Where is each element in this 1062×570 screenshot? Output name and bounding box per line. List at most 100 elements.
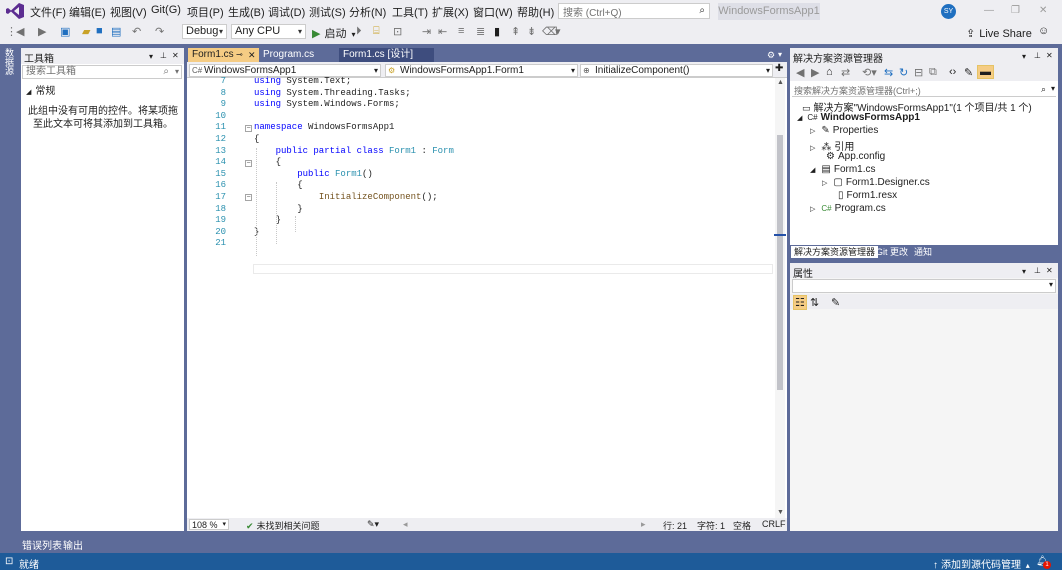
close-icon[interactable]: ✕ xyxy=(1046,266,1053,275)
settings-icon[interactable]: ⚙ xyxy=(767,50,775,61)
tab-error-list[interactable]: 错误列表 xyxy=(22,537,62,552)
step-over-icon[interactable]: ⇤ xyxy=(438,25,447,38)
minimize-icon[interactable]: — xyxy=(984,5,994,16)
live-share-button[interactable]: ⇪ Live Share xyxy=(966,27,1032,40)
tab-notifications[interactable]: 通知 xyxy=(911,246,935,258)
redo-icon[interactable]: ↷ xyxy=(155,25,164,38)
code-line[interactable]: using System.Text; xyxy=(254,76,351,86)
menu-item[interactable]: 工具(T) xyxy=(392,4,428,20)
view-code-icon[interactable]: ‹› xyxy=(949,66,956,78)
save-icon[interactable]: ■ xyxy=(96,25,103,37)
tab-solution-explorer[interactable]: 解决方案资源管理器 xyxy=(791,246,879,258)
code-line[interactable]: { xyxy=(254,180,302,190)
tab-git-changes[interactable]: Git 更改 xyxy=(873,246,911,258)
refresh-icon[interactable]: ↻ xyxy=(899,66,908,79)
menu-item[interactable]: 调试(D) xyxy=(268,4,305,20)
undo-icon[interactable]: ↶ xyxy=(132,25,141,38)
dropdown-icon[interactable]: ▾ xyxy=(149,52,153,61)
dropdown-icon[interactable]: ▾ xyxy=(1022,52,1026,61)
new-item-icon[interactable]: ▣ xyxy=(60,25,70,38)
solution-search-input[interactable]: 搜索解决方案资源管理器(Ctrl+;) ⌕ ▾ xyxy=(792,84,1056,97)
data-sources-tab[interactable]: 数据源 xyxy=(4,48,16,75)
code-line[interactable]: public Form1() xyxy=(254,169,373,179)
zoom-select[interactable]: 108 % ▾ xyxy=(189,519,229,530)
back-icon[interactable]: ◀ xyxy=(796,66,804,79)
line-ending-indicator[interactable]: CRLF xyxy=(762,519,786,529)
code-line[interactable]: using System.Threading.Tasks; xyxy=(254,88,411,98)
pending-changes-icon[interactable]: ⟲▾ xyxy=(862,66,877,79)
next-bookmark-icon[interactable]: ⇟ xyxy=(527,25,536,38)
add-to-source-control-button[interactable]: ↑ 添加到源代码管理 ▴ xyxy=(933,556,1030,570)
comment-icon[interactable]: ≡ xyxy=(458,25,464,37)
properties-object-select[interactable]: ▾ xyxy=(792,279,1056,293)
menu-item[interactable]: 分析(N) xyxy=(349,4,386,20)
switch-views-icon[interactable]: ⇄ xyxy=(841,66,850,79)
fold-toggle-icon[interactable]: − xyxy=(245,160,252,167)
code-line[interactable]: using System.Windows.Forms; xyxy=(254,99,400,109)
uncomment-icon[interactable]: ≣ xyxy=(476,25,485,38)
code-line[interactable]: { xyxy=(254,157,281,167)
close-icon[interactable]: ✕ xyxy=(1039,5,1047,16)
split-icon[interactable]: ✚ xyxy=(775,63,783,74)
brush-icon[interactable]: ✎▾ xyxy=(367,519,379,530)
code-line[interactable]: { xyxy=(254,134,259,144)
code-line[interactable]: InitializeComponent(); xyxy=(254,192,438,202)
prev-bookmark-icon[interactable]: ⇞ xyxy=(511,25,520,38)
pin-icon[interactable]: ⊥ xyxy=(1034,266,1041,275)
pin-icon[interactable]: ⊥ xyxy=(1034,51,1041,60)
tab-program-cs[interactable]: Program.cs xyxy=(259,48,339,62)
bookmark-icon[interactable]: ▮ xyxy=(494,25,500,38)
close-icon[interactable]: ✕ xyxy=(248,48,256,62)
back-icon[interactable]: ◀ xyxy=(16,25,24,38)
browse-icon[interactable]: ⌸ xyxy=(373,25,380,38)
configuration-select[interactable]: Debug ▾ xyxy=(182,24,227,39)
scrollbar-thumb[interactable] xyxy=(777,135,783,390)
step-icon[interactable]: ⇥ xyxy=(422,25,431,38)
property-pages-icon[interactable]: ✎ xyxy=(831,296,840,309)
toolbar-overflow-icon[interactable]: ▾ xyxy=(555,25,561,38)
issues-indicator[interactable]: ✔ 未找到相关问题 xyxy=(246,519,320,532)
whitespace-indicator[interactable]: 空格 xyxy=(733,519,751,532)
sync-icon[interactable]: ⇆ xyxy=(884,66,893,79)
menu-item[interactable]: 视图(V) xyxy=(110,4,147,20)
menu-item[interactable]: 生成(B) xyxy=(228,4,265,20)
tree-item-project[interactable]: ◢ C# WindowsFormsApp1 xyxy=(797,112,920,123)
scroll-up-icon[interactable]: ▲ xyxy=(777,79,784,86)
close-icon[interactable]: ✕ xyxy=(1046,51,1053,60)
visual-studio-logo-icon[interactable] xyxy=(6,3,24,19)
code-line[interactable]: namespace WindowsFormsApp1 xyxy=(254,122,394,132)
menu-item[interactable]: 测试(S) xyxy=(309,4,346,20)
save-all-icon[interactable]: ▤ xyxy=(111,25,121,38)
dropdown-icon[interactable]: ▾ xyxy=(778,50,782,59)
code-editor[interactable] xyxy=(187,78,787,518)
categorized-icon[interactable]: ☷ xyxy=(793,295,807,310)
toolbox-search-input[interactable]: 搜索工具箱 ⌕ ▾ xyxy=(22,65,182,79)
search-input[interactable]: 搜索 (Ctrl+Q) ⌕ xyxy=(558,3,710,19)
toolbox-group-general[interactable]: ◢ 常规 xyxy=(26,82,55,97)
class-dropdown[interactable]: ⚙ WindowsFormsApp1.Form1 ▾ xyxy=(385,64,578,77)
home-icon[interactable]: ⌂ xyxy=(826,66,833,78)
menu-item[interactable]: Git(G) xyxy=(151,4,181,16)
notifications-button[interactable]: 🔔︎ 1 xyxy=(1036,556,1051,569)
dropdown-icon[interactable]: ▾ xyxy=(1022,267,1026,276)
tab-form1-cs[interactable]: Form1.cs ⊸ ✕ xyxy=(188,48,259,62)
column-indicator[interactable]: 字符: 1 xyxy=(697,519,725,532)
tree-item-form1-designer[interactable]: ▷ ▢ Form1.Designer.cs xyxy=(822,177,930,188)
user-avatar[interactable]: SY xyxy=(941,4,956,19)
platform-select[interactable]: Any CPU ▾ xyxy=(231,24,306,39)
fold-toggle-icon[interactable]: − xyxy=(245,194,252,201)
start-button[interactable]: ▶ 启动 ▾ xyxy=(312,25,356,41)
menu-item[interactable]: 帮助(H) xyxy=(517,4,554,20)
show-all-files-icon[interactable]: ⧉ xyxy=(929,66,937,79)
tab-form1-designer[interactable]: Form1.cs [设计] xyxy=(339,48,434,62)
start-without-debug-icon[interactable]: ⏵ xyxy=(356,25,362,38)
tree-item-form1-resx[interactable]: ▯ Form1.resx xyxy=(838,190,897,201)
forward-icon[interactable]: ▶ xyxy=(38,25,46,38)
preview-selected-icon[interactable]: ▬ xyxy=(977,65,994,79)
pin-icon[interactable]: ⊥ xyxy=(160,51,167,60)
menu-item[interactable]: 文件(F) xyxy=(30,4,66,20)
tree-item-app-config[interactable]: ⚙ App.config xyxy=(826,151,885,162)
code-line[interactable]: public partial class Form1 : Form xyxy=(254,146,454,156)
menu-item[interactable]: 扩展(X) xyxy=(432,4,469,20)
open-icon[interactable]: ▰ xyxy=(82,25,90,38)
